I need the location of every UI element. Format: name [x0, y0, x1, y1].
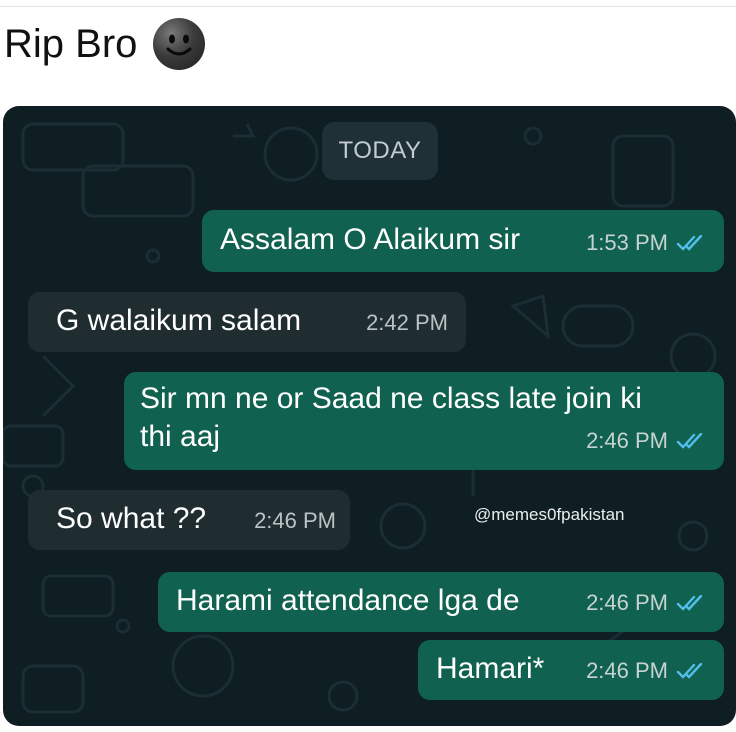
message-time: 2:46 PM: [586, 658, 668, 683]
message-text-line-2: thi aaj: [140, 420, 221, 453]
message-time: 2:46 PM: [586, 428, 668, 453]
message-text: Assalam O Alaikum sir: [220, 223, 521, 256]
date-separator: TODAY: [322, 122, 438, 180]
message-meta: 2:46 PM: [586, 584, 706, 622]
message-meta: 2:46 PM: [254, 502, 336, 540]
message-meta: 1:53 PM: [586, 224, 706, 262]
message-meta: 2:46 PM: [586, 652, 706, 690]
message-bubble-incoming[interactable]: So what ?? 2:46 PM: [28, 490, 350, 550]
message-time: 2:46 PM: [254, 508, 336, 533]
message-bubble-outgoing[interactable]: Assalam O Alaikum sir 1:53 PM: [202, 210, 724, 272]
message-bubble-outgoing[interactable]: Sir mn ne or Saad ne class late join ki …: [124, 372, 724, 470]
smiling-face-emoji-icon: [153, 18, 206, 70]
read-ticks-icon: [676, 433, 703, 449]
read-ticks-icon: [676, 595, 703, 611]
message-time: 2:46 PM: [586, 590, 668, 615]
watermark: @memes0fpakistan: [474, 505, 625, 524]
message-bubble-outgoing[interactable]: Harami attendance lga de 2:46 PM: [158, 572, 724, 632]
caption-text: Rip Bro: [4, 21, 138, 66]
message-time: 1:53 PM: [586, 230, 668, 255]
message-text: G walaikum salam: [56, 304, 302, 337]
read-ticks-icon: [676, 663, 703, 679]
message-text-line-1: Sir mn ne or Saad ne class late join ki: [140, 382, 642, 415]
message-meta: 2:42 PM: [366, 304, 448, 342]
top-divider: [0, 6, 736, 7]
message-bubble-outgoing[interactable]: Hamari* 2:46 PM: [418, 640, 724, 700]
message-text: Hamari*: [436, 652, 545, 685]
read-ticks-icon: [676, 235, 703, 251]
message-text: So what ??: [56, 502, 207, 535]
message-meta: 2:46 PM: [586, 422, 706, 460]
message-bubble-incoming[interactable]: G walaikum salam 2:42 PM: [28, 292, 466, 352]
post-caption: Rip Bro: [4, 14, 206, 74]
message-time: 2:42 PM: [366, 310, 448, 335]
message-text: Harami attendance lga de: [176, 584, 520, 617]
